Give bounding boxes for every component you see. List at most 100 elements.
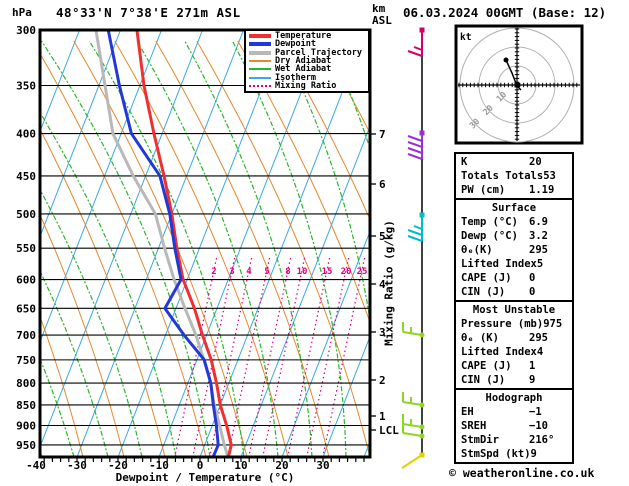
copyright: © weatheronline.co.uk [449, 466, 595, 480]
svg-text:5: 5 [264, 267, 269, 277]
table-row-value: 5 [536, 258, 544, 270]
table-section-title: Surface [491, 202, 537, 214]
table-row-value: 20 [529, 156, 542, 168]
legend-line-sample [249, 34, 271, 39]
svg-text:850: 850 [16, 399, 36, 412]
wind-barb [401, 452, 425, 469]
table-row-value: 53 [543, 170, 556, 182]
table-row-value: 975 [543, 318, 563, 330]
table-row: K 20 [461, 155, 567, 169]
svg-text:15: 15 [322, 267, 333, 277]
table-section-hodograph: Hodograph EH −1 SREH −10 StmDir 216° StmSpd (kt… [454, 388, 574, 464]
table-row-value: 9 [529, 374, 536, 386]
isotherm-grid [40, 30, 370, 457]
svg-text:7: 7 [379, 128, 386, 141]
table-row: CAPE (J) 1 [461, 359, 567, 373]
svg-text:500: 500 [16, 208, 36, 221]
table-row: Totals Totals 53 [461, 169, 567, 183]
table-row-label: EH [461, 406, 474, 418]
table-section: K 20 Totals Totals 53 PW (cm) 1.19 [454, 152, 574, 200]
table-row-value: 9 [530, 448, 537, 460]
svg-text:25: 25 [357, 267, 368, 277]
table-row-label: CAPE (J) [461, 360, 512, 372]
wind-barb [407, 27, 425, 57]
table-row: StmDir 216° [461, 433, 567, 447]
table-row: Temp (°C) 6.9 [461, 215, 567, 229]
table-row-label: Totals Totals [461, 170, 544, 182]
table-row-value: 0 [529, 286, 536, 298]
legend-line-sample [249, 42, 271, 47]
hodograph-unit-label: kt [460, 32, 471, 43]
table-row-label: StmSpd (kt) [461, 448, 531, 460]
legend-line-sample [249, 68, 271, 71]
station-title: 48°33'N 7°38'E 271m ASL [56, 5, 241, 20]
svg-text:700: 700 [16, 329, 36, 342]
svg-text:800: 800 [16, 377, 36, 390]
pressure-axis-labels: 300 350 400 450 500 550 600 650 700 750 800 850 900 9… [16, 24, 36, 452]
altitude-unit-asl: ASL [372, 14, 392, 27]
table-row-value: 4 [536, 346, 544, 358]
svg-text:650: 650 [16, 302, 36, 315]
svg-text:400: 400 [16, 128, 36, 141]
parcel-trajectory-curve [94, 30, 230, 457]
table-row-value: 295 [529, 332, 548, 344]
svg-text:2: 2 [211, 267, 216, 277]
table-section-title: Hodograph [485, 392, 543, 404]
legend-item-label: Mixing Ratio [275, 80, 337, 91]
table-row-label: Dewp (°C) [461, 230, 518, 242]
table-row: CAPE (J) 0 [461, 271, 567, 285]
skewt-sounding-page: 2 3 4 5 8 10 15 20 25 300 350 400 450 500 550 600 650 700… [0, 0, 629, 486]
svg-text:300: 300 [16, 24, 36, 37]
svg-text:600: 600 [16, 274, 36, 287]
table-row-label: PW (cm) [461, 184, 506, 196]
svg-text:20: 20 [341, 267, 352, 277]
wind-barb [407, 130, 425, 160]
legend-item-mixing-ratio: Mixing Ratio [249, 82, 366, 90]
svg-text:3: 3 [229, 267, 234, 277]
table-row-value: 1.19 [529, 184, 555, 196]
table-row-value: 1 [529, 360, 536, 372]
table-row-label: StmDir [461, 434, 499, 446]
pressure-unit-label: hPa [12, 6, 32, 19]
svg-text:900: 900 [16, 420, 36, 433]
legend-line-sample [249, 76, 271, 79]
table-row: Lifted Index 5 [461, 257, 567, 271]
legend-line-sample [249, 84, 271, 87]
wind-barb [407, 212, 425, 242]
wind-barb-column [401, 27, 425, 469]
mixing-ratio-axis-label: Mixing Ratio (g/kg) [382, 220, 396, 346]
table-row-value: −10 [529, 420, 548, 432]
table-row-value: 216° [529, 434, 555, 446]
table-row-label: CIN (J) [461, 374, 506, 386]
lcl-label: LCL [379, 424, 399, 437]
run-datetime: 06.03.2024 00GMT (Base: 12) [403, 5, 607, 20]
table-row-label: Pressure (mb) [461, 318, 544, 330]
table-row-label: Temp (°C) [461, 216, 518, 228]
svg-text:750: 750 [16, 354, 36, 367]
table-row: Pressure (mb) 975 [461, 317, 567, 331]
table-row: Dewp (°C) 3.2 [461, 229, 567, 243]
table-section-most-unstable: Most Unstable Pressure (mb) 975 θₑ (K) 295 Li… [454, 300, 574, 390]
table-row-label: θₑ(K) [461, 244, 493, 256]
svg-text:550: 550 [16, 242, 36, 255]
table-row: CIN (J) 0 [461, 285, 567, 299]
svg-text:950: 950 [16, 439, 36, 452]
table-row: CIN (J) 9 [461, 373, 567, 387]
table-row-label: Lifted Index [461, 346, 537, 358]
table-row-label: SREH [461, 420, 487, 432]
svg-text:4: 4 [246, 267, 252, 277]
table-row-value: 0 [529, 272, 536, 284]
table-row-value: −1 [529, 406, 542, 418]
svg-text:350: 350 [16, 79, 36, 92]
x-axis-label: Dewpoint / Temperature (°C) [115, 471, 295, 484]
table-row-value: 295 [529, 244, 548, 256]
altitude-unit-label: km ASL [372, 3, 392, 27]
table-row-value: 6.9 [529, 216, 548, 228]
table-row-value: 3.2 [529, 230, 548, 242]
legend-line-sample [249, 59, 271, 62]
indices-panel: K 20 Totals Totals 53 PW (cm) 1.19 Surface Temp… [454, 152, 574, 464]
table-row-label: CIN (J) [461, 286, 506, 298]
table-row: Lifted Index 4 [461, 345, 567, 359]
svg-text:6: 6 [379, 178, 386, 191]
table-row: PW (cm) 1.19 [461, 183, 567, 197]
